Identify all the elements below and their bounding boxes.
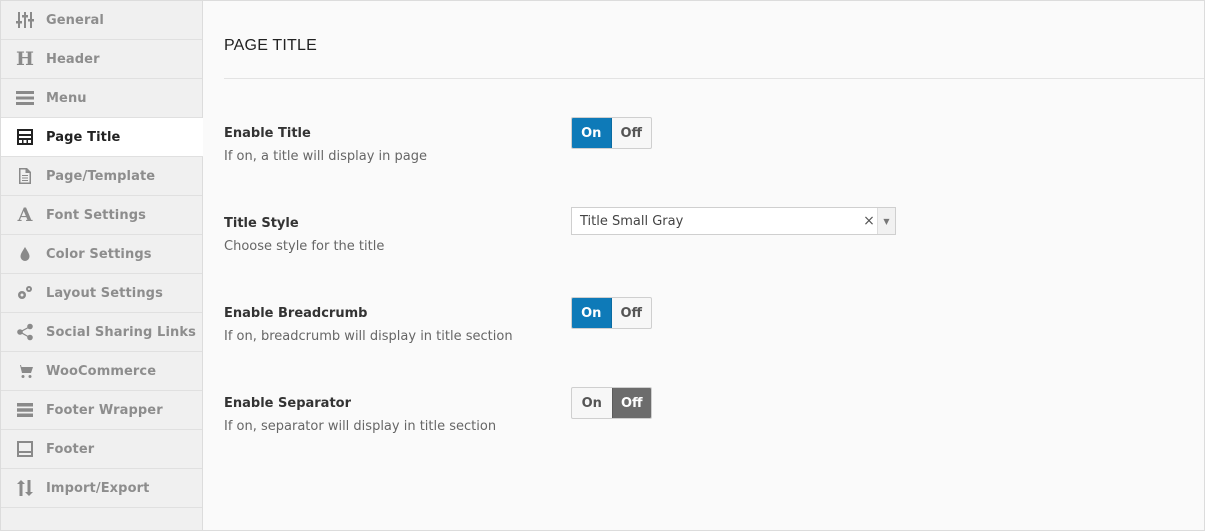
- enable-breadcrumb-label: Enable Breadcrumb: [224, 306, 368, 321]
- sidebar-item-label: Layout Settings: [46, 285, 163, 301]
- title-style-label: Title Style: [224, 216, 299, 231]
- cart-icon: [15, 361, 35, 381]
- enable-separator-toggle[interactable]: On Off: [571, 387, 652, 419]
- settings-content: PAGE TITLE Enable Title If on, a title w…: [204, 1, 1204, 530]
- sidebar-item-label: Page Title: [46, 129, 121, 145]
- chevron-down-icon[interactable]: ▼: [877, 208, 895, 234]
- title-style-description: Choose style for the title: [224, 239, 385, 254]
- enable-title-description: If on, a title will display in page: [224, 149, 427, 164]
- import-export-icon: [15, 478, 35, 498]
- sidebar-item-label: Font Settings: [46, 207, 146, 223]
- options-panel: General H Header Menu Page Title Page/Te…: [0, 0, 1205, 531]
- sliders-icon: [15, 10, 35, 30]
- enable-title-off-button[interactable]: Off: [612, 118, 652, 148]
- enable-breadcrumb-off-button[interactable]: Off: [612, 298, 652, 328]
- menu-bars-icon: [15, 88, 35, 108]
- sidebar-item-woocommerce[interactable]: WooCommerce: [1, 352, 202, 391]
- sidebar-item-footer-wrapper[interactable]: Footer Wrapper: [1, 391, 202, 430]
- sidebar-item-label: Color Settings: [46, 246, 152, 262]
- enable-separator-description: If on, separator will display in title s…: [224, 419, 497, 434]
- sidebar-item-label: WooCommerce: [46, 363, 157, 379]
- title-style-field: Title Style Choose style for the title: [224, 216, 384, 254]
- title-divider: [224, 78, 1204, 79]
- sidebar-item-color-settings[interactable]: Color Settings: [1, 235, 202, 274]
- enable-title-toggle[interactable]: On Off: [571, 117, 652, 149]
- sidebar-item-label: Header: [46, 51, 100, 67]
- sidebar-item-label: General: [46, 12, 104, 28]
- sidebar-item-label: Footer: [46, 441, 95, 457]
- sidebar-item-footer[interactable]: Footer: [1, 430, 202, 469]
- sidebar-item-import-export[interactable]: Import/Export: [1, 469, 202, 508]
- droplet-icon: [15, 244, 35, 264]
- font-a-icon: A: [17, 203, 33, 226]
- sidebar-item-label: Page/Template: [46, 168, 156, 184]
- enable-breadcrumb-description: If on, breadcrumb will display in title …: [224, 329, 513, 344]
- sidebar-item-label: Social Sharing Links: [46, 324, 196, 340]
- server-icon: [15, 400, 35, 420]
- enable-breadcrumb-field: Enable Breadcrumb If on, breadcrumb will…: [224, 306, 513, 344]
- enable-separator-off-button[interactable]: Off: [611, 388, 651, 418]
- header-h-icon: H: [16, 47, 34, 70]
- title-style-select[interactable]: Title Small Gray × ▼: [571, 207, 896, 235]
- sidebar-item-label: Menu: [46, 90, 87, 106]
- enable-breadcrumb-toggle[interactable]: On Off: [571, 297, 652, 329]
- enable-separator-on-button[interactable]: On: [572, 388, 612, 418]
- sidebar-item-label: Import/Export: [46, 480, 150, 496]
- sidebar-item-social-sharing-links[interactable]: Social Sharing Links: [1, 313, 202, 352]
- clear-selection-icon[interactable]: ×: [861, 213, 877, 229]
- page-title: PAGE TITLE: [224, 37, 317, 54]
- sidebar-item-menu[interactable]: Menu: [1, 79, 202, 118]
- page-title-icon: [15, 127, 35, 147]
- document-icon: [15, 166, 35, 186]
- footer-icon: [15, 439, 35, 459]
- sidebar-item-page-title[interactable]: Page Title: [1, 118, 203, 157]
- sidebar-item-page-template[interactable]: Page/Template: [1, 157, 202, 196]
- enable-separator-label: Enable Separator: [224, 396, 352, 411]
- enable-title-field: Enable Title If on, a title will display…: [224, 126, 427, 164]
- gears-icon: [15, 283, 35, 303]
- share-icon: [15, 322, 35, 342]
- enable-title-on-button[interactable]: On: [572, 118, 612, 148]
- enable-title-label: Enable Title: [224, 126, 311, 141]
- sidebar-item-label: Footer Wrapper: [46, 402, 163, 418]
- sidebar-item-font-settings[interactable]: A Font Settings: [1, 196, 202, 235]
- sidebar-item-layout-settings[interactable]: Layout Settings: [1, 274, 202, 313]
- title-style-selected-value: Title Small Gray: [580, 213, 684, 229]
- enable-breadcrumb-on-button[interactable]: On: [572, 298, 612, 328]
- sidebar: General H Header Menu Page Title Page/Te…: [1, 1, 203, 530]
- enable-separator-field: Enable Separator If on, separator will d…: [224, 396, 496, 434]
- sidebar-item-header[interactable]: H Header: [1, 40, 202, 79]
- sidebar-item-general[interactable]: General: [1, 1, 202, 40]
